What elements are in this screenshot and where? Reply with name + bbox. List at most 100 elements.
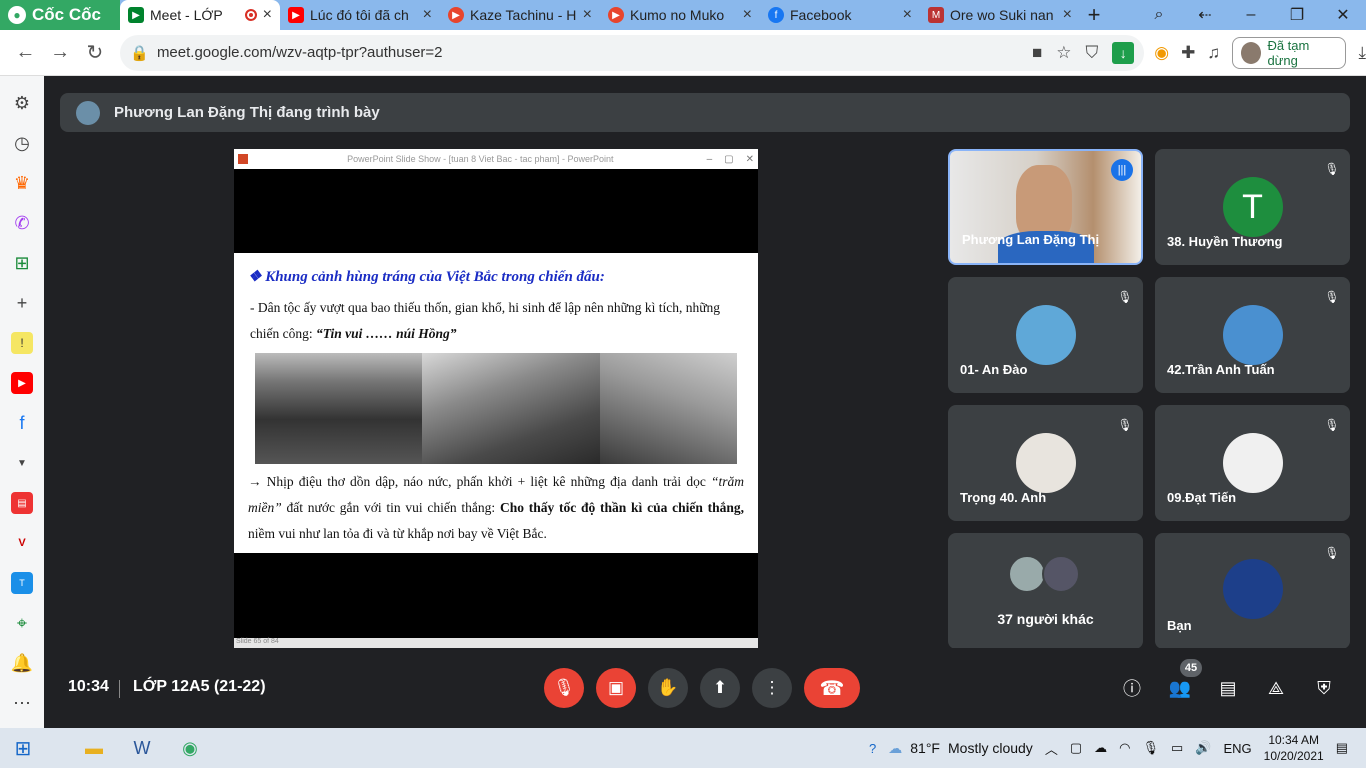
messenger-icon[interactable]: ✆ — [11, 212, 33, 234]
avatar — [1015, 305, 1076, 365]
chevron-up-icon[interactable]: ︿ — [1045, 739, 1058, 758]
datetime[interactable]: 10:34 AM 10/20/2021 — [1264, 732, 1324, 764]
close-tab-icon[interactable]: × — [1063, 6, 1072, 24]
vtv-icon[interactable]: V — [11, 532, 33, 554]
forward-button[interactable]: → — [43, 35, 78, 71]
windows-start-icon[interactable]: ⊞ — [0, 728, 46, 768]
more-options-button[interactable]: ⋮ — [752, 668, 792, 708]
present-button[interactable]: ⬆ — [700, 668, 740, 708]
camera-icon[interactable]: ■ — [1032, 43, 1042, 63]
word-icon[interactable]: W — [118, 728, 166, 768]
music-icon[interactable]: ♫ — [1207, 43, 1220, 63]
participant-name: Trọng 40. Anh — [960, 490, 1047, 505]
coccoc-taskbar-icon[interactable]: ◉ — [166, 728, 214, 768]
speaking-icon: ||| — [1111, 159, 1133, 181]
volume-icon[interactable]: 🔊 — [1195, 740, 1211, 756]
shop-icon[interactable]: ▤ — [11, 492, 33, 514]
avatar — [1222, 305, 1283, 365]
participant-name: 42.Trần Anh Tuấn — [1167, 362, 1275, 377]
tab-kaze[interactable]: ▶ Kaze Tachinu - H × — [440, 0, 600, 30]
language-indicator[interactable]: ENG — [1223, 741, 1251, 756]
mic-off-button[interactable]: 🎙 — [544, 668, 584, 708]
reload-button[interactable]: ↻ — [78, 35, 113, 71]
raise-hand-button[interactable]: ✋ — [648, 668, 688, 708]
puzzle-icon[interactable]: ✚ — [1181, 43, 1195, 63]
tab-search-icon[interactable]: ⌕ — [1136, 6, 1182, 24]
url-text: meet.google.com/wzv-aqtp-tpr?authuser=2 — [156, 44, 443, 61]
participant-tile-presenter[interactable]: ||| Phương Lan Đặng Thị — [948, 149, 1143, 265]
tab-facebook[interactable]: f Facebook × — [760, 0, 920, 30]
notifications-icon[interactable]: ▤ — [1336, 740, 1348, 756]
microphone-icon[interactable]: 🎙 — [1142, 740, 1159, 756]
tab-kumo[interactable]: ▶ Kumo no Muko × — [600, 0, 760, 30]
downloads-icon[interactable]: ⤓ — [1358, 43, 1366, 63]
play-icon: ▶ — [608, 7, 624, 23]
restore-button[interactable]: ❐ — [1274, 5, 1320, 25]
participant-tile[interactable]: 🎙 09.Đạt Tiến — [1155, 405, 1350, 521]
tab-youtube[interactable]: ▶ Lúc đó tôi đã ch × — [280, 0, 440, 30]
others-tile[interactable]: 37 người khác — [948, 533, 1143, 649]
chat-icon[interactable]: ▤ — [1216, 676, 1240, 700]
bell-icon[interactable]: 🔔 — [11, 652, 33, 674]
self-tile[interactable]: 🎙 Bạn — [1155, 533, 1350, 649]
minimize-button[interactable]: – — [1228, 6, 1274, 24]
close-tab-icon[interactable]: × — [263, 6, 272, 24]
more-icon[interactable]: ⋯ — [11, 692, 33, 714]
slide-paragraph-2: → Nhịp điệu thơ dồn dập, náo nức, phấn k… — [248, 469, 744, 547]
add-icon[interactable]: + — [11, 292, 33, 314]
weather-temp: 81°F — [910, 740, 940, 756]
host-controls-icon[interactable]: ⛨ — [1312, 676, 1336, 700]
activities-icon[interactable]: ⟁ — [1264, 676, 1288, 700]
profile-button[interactable]: Đã tạm dừng — [1232, 36, 1347, 69]
slide-heading: ❖ Khung cảnh hùng tráng của Việt Bắc tro… — [248, 269, 605, 285]
war-photo-1 — [255, 353, 422, 464]
wifi-icon[interactable]: ◠ — [1119, 740, 1130, 756]
end-call-button[interactable]: ☎ — [804, 668, 860, 708]
history-icon[interactable]: ◷ — [11, 132, 33, 154]
gear-icon[interactable]: ⚙ — [11, 92, 33, 114]
youtube-icon[interactable]: ▶ — [11, 372, 33, 394]
close-tab-icon[interactable]: × — [743, 6, 752, 24]
file-explorer-icon[interactable]: ▬ — [70, 728, 118, 768]
weather-widget[interactable]: ☁ 81°F Mostly cloudy — [888, 740, 1033, 757]
people-icon[interactable]: 👥 — [1168, 676, 1192, 700]
chevron-down-icon[interactable]: ▼ — [11, 452, 33, 474]
help-icon[interactable]: ? — [869, 741, 876, 756]
close-window-button[interactable]: ✕ — [1320, 5, 1366, 25]
para2-a: → Nhịp điệu thơ dồn dập, náo nức, phấn k… — [248, 474, 711, 489]
download-icon[interactable]: ↓ — [1112, 41, 1135, 64]
participant-tile[interactable]: 🎙 42.Trần Anh Tuấn — [1155, 277, 1350, 393]
tab-manga[interactable]: M Ore wo Suki nan × — [920, 0, 1080, 30]
participant-tile[interactable]: T 🎙 38. Huyền Thương — [1155, 149, 1350, 265]
shield-icon[interactable]: ⛉ — [1086, 43, 1099, 63]
mic-off-icon: 🎙 — [1324, 546, 1340, 560]
address-bar[interactable]: 🔒 meet.google.com/wzv-aqtp-tpr?authuser=… — [120, 34, 1145, 71]
para2-c: đất nước gắn với tin vui chiến thắng: — [281, 500, 500, 515]
back-arrow-icon[interactable]: ⇠ — [1182, 5, 1228, 25]
close-tab-icon[interactable]: × — [423, 6, 432, 24]
participant-tile[interactable]: 🎙 Trọng 40. Anh — [948, 405, 1143, 521]
facebook-icon[interactable]: f — [11, 412, 33, 434]
info-icon[interactable]: ⓘ — [1120, 676, 1144, 700]
participant-tile[interactable]: 🎙 01- An Đào — [948, 277, 1143, 393]
participant-name: 38. Huyền Thương — [1167, 234, 1283, 249]
extension-color-icon[interactable]: ◉ — [1154, 43, 1169, 63]
location-icon[interactable]: ⌖ — [11, 612, 33, 634]
coccoc-logo[interactable]: ● Cốc Cốc — [0, 0, 120, 30]
crown-icon[interactable]: ♛ — [11, 172, 33, 194]
back-button[interactable]: ← — [8, 35, 43, 71]
battery-icon[interactable]: ▭ — [1171, 740, 1183, 756]
star-icon[interactable]: ☆ — [1056, 43, 1071, 63]
cloud-sync-icon[interactable]: ☁ — [1094, 740, 1107, 756]
gamepad-icon[interactable]: ⊞ — [11, 252, 33, 274]
note-icon[interactable]: ! — [11, 332, 33, 354]
tab-meet[interactable]: ▶ Meet - LỚP × — [120, 0, 280, 30]
device-icon[interactable]: ▢ — [1070, 740, 1082, 756]
camera-off-button[interactable]: ▣ — [596, 668, 636, 708]
close-tab-icon[interactable]: × — [583, 6, 592, 24]
tiki-icon[interactable]: T — [11, 572, 33, 594]
mic-off-icon: 🎙 — [1117, 290, 1133, 304]
close-tab-icon[interactable]: × — [903, 6, 912, 24]
participant-count-badge: 45 — [1180, 659, 1202, 677]
new-tab-button[interactable]: + — [1080, 0, 1108, 30]
